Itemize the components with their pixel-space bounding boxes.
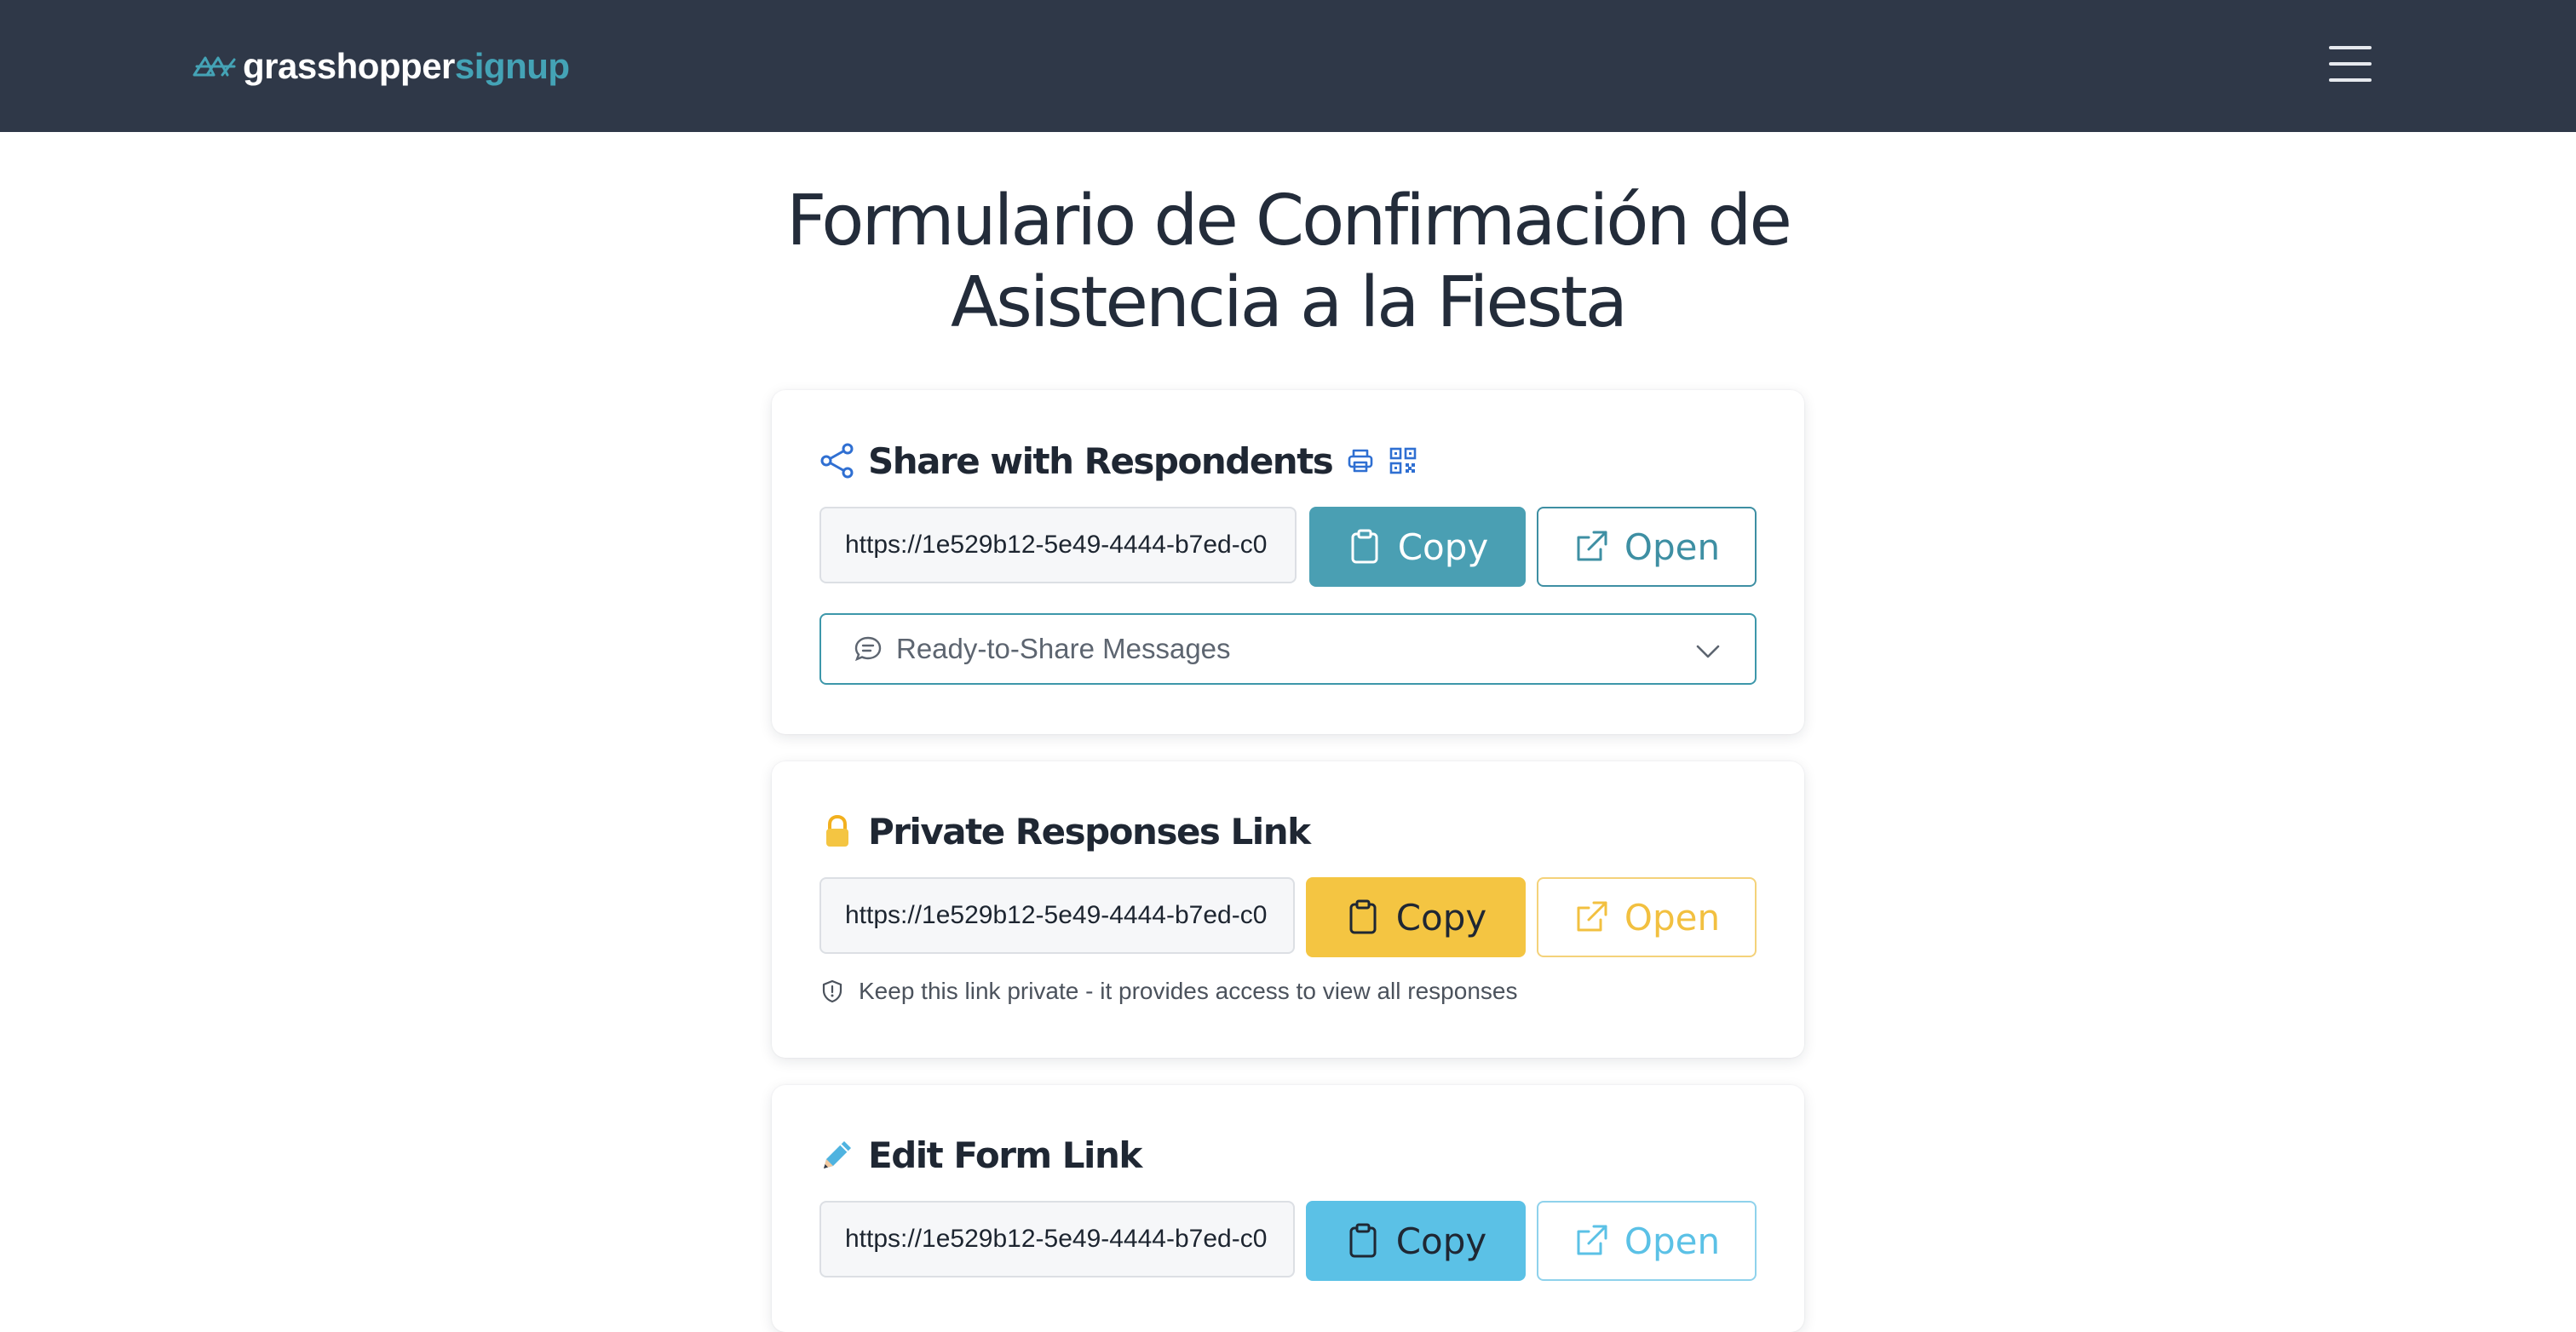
share-card-header: Share with Respondents xyxy=(819,437,1417,485)
edit-copy-label: Copy xyxy=(1395,1220,1487,1262)
private-open-label: Open xyxy=(1624,896,1721,939)
edit-card-title: Edit Form Link xyxy=(868,1134,1142,1176)
share-card-title: Share with Respondents xyxy=(868,439,1334,482)
share-copy-button[interactable]: Copy xyxy=(1309,507,1526,587)
share-open-button[interactable]: Open xyxy=(1537,507,1757,587)
edit-card-header: Edit Form Link xyxy=(819,1131,1142,1179)
share-card: Share with Respondents https://1e529b12-… xyxy=(772,390,1804,734)
private-card-header: Private Responses Link xyxy=(819,807,1311,855)
external-link-icon xyxy=(1577,531,1607,561)
edit-copy-button[interactable]: Copy xyxy=(1306,1201,1526,1281)
qr-code-icon[interactable] xyxy=(1389,446,1417,475)
private-open-button[interactable]: Open xyxy=(1537,877,1757,957)
pencil-icon xyxy=(824,1141,851,1168)
top-navbar: grasshoppersignup xyxy=(0,0,2576,132)
clipboard-icon xyxy=(1349,899,1377,934)
chevron-down-icon xyxy=(1696,645,1720,658)
private-copy-button[interactable]: Copy xyxy=(1306,877,1526,957)
private-link-warning-text: Keep this link private - it provides acc… xyxy=(859,978,1518,1004)
logo-text: grasshoppersignup xyxy=(243,46,570,87)
external-link-icon xyxy=(1577,1225,1607,1255)
clipboard-icon xyxy=(1351,529,1378,564)
shield-icon xyxy=(822,979,842,1003)
edit-open-label: Open xyxy=(1624,1220,1721,1262)
ready-to-share-messages-label: Ready-to-Share Messages xyxy=(896,633,1231,664)
share-copy-label: Copy xyxy=(1397,525,1489,568)
edit-open-button[interactable]: Open xyxy=(1537,1201,1757,1281)
private-responses-card: Private Responses Link Copy Open xyxy=(772,761,1804,1058)
lock-icon xyxy=(826,814,848,847)
edit-url-input[interactable] xyxy=(819,1201,1295,1277)
share-icon xyxy=(820,443,854,479)
share-url-input[interactable] xyxy=(819,507,1297,583)
private-url-input[interactable] xyxy=(819,877,1295,954)
grasshopper-logo-icon xyxy=(193,56,236,77)
logo[interactable]: grasshoppersignup xyxy=(192,41,570,92)
ready-to-share-messages-dropdown[interactable]: Ready-to-Share Messages xyxy=(819,613,1757,685)
private-card-title: Private Responses Link xyxy=(868,810,1311,853)
logo-text-signup: signup xyxy=(454,46,570,86)
share-open-label: Open xyxy=(1624,525,1721,568)
clipboard-icon xyxy=(1349,1223,1377,1258)
logo-text-grasshopper: grasshopper xyxy=(243,46,455,86)
edit-form-card: Edit Form Link Copy Open xyxy=(772,1085,1804,1332)
hamburger-menu-icon[interactable] xyxy=(2329,44,2372,83)
private-copy-label: Copy xyxy=(1395,896,1487,939)
external-link-icon xyxy=(1577,901,1607,932)
page-title: Formulario de Confirmación de Asistencia… xyxy=(786,181,1792,343)
private-link-warning: Keep this link private - it provides acc… xyxy=(819,978,1517,1005)
chat-bubble-icon xyxy=(854,636,882,662)
print-icon[interactable] xyxy=(1346,446,1375,475)
